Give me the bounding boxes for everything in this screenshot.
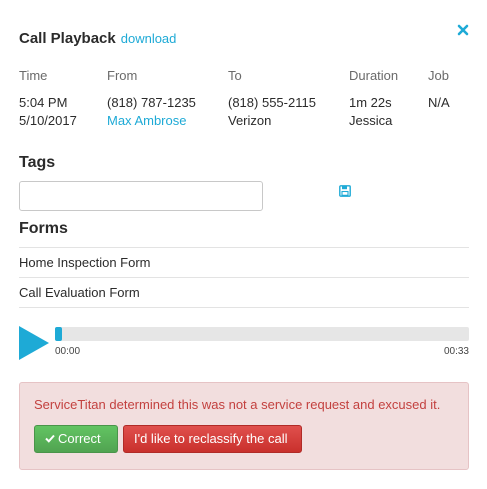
job-value: N/A (428, 95, 450, 110)
info-label: To (228, 68, 242, 83)
form-item-call-evaluation[interactable]: Call Evaluation Form (19, 278, 469, 308)
info-column-job: Job N/A (428, 68, 450, 112)
correct-button[interactable]: Correct (34, 425, 118, 453)
agent-name: Jessica (349, 113, 393, 128)
floppy-disk-icon[interactable] (339, 185, 351, 197)
play-icon[interactable] (19, 326, 49, 360)
total-time: 00:33 (443, 346, 469, 357)
info-column-duration: Duration 1m 22s Jessica (349, 68, 398, 130)
call-date: 5/10/2017 (19, 113, 77, 128)
modal-title: Call Playback (19, 30, 116, 47)
to-carrier: Verizon (228, 113, 272, 128)
info-column-to: To (818) 555-2115 Verizon (228, 68, 316, 130)
call-time: 5:04 PM (19, 95, 68, 110)
from-customer-link[interactable]: Max Ambrose (107, 112, 196, 130)
call-duration: 1m 22s (349, 95, 392, 110)
audio-player: 00:00 00:33 (19, 324, 469, 364)
modal-header: Call Playback download (19, 30, 176, 47)
correct-button-label: Correct (58, 431, 101, 446)
from-number: (818) 787-1235 (107, 95, 196, 110)
download-link[interactable]: download (121, 31, 177, 46)
info-label: Time (19, 68, 48, 83)
info-label: From (107, 68, 138, 83)
audio-progress-fill (55, 327, 63, 341)
forms-list: Home Inspection Form Call Evaluation For… (19, 247, 469, 308)
reclassify-button[interactable]: I'd like to reclassify the call (123, 425, 302, 453)
info-label: Duration (349, 68, 399, 83)
tags-input[interactable] (19, 181, 263, 211)
close-icon[interactable] (457, 24, 469, 36)
audio-progress-track[interactable] (55, 327, 469, 341)
info-column-time: Time 5:04 PM 5/10/2017 (19, 68, 77, 130)
form-item-home-inspection[interactable]: Home Inspection Form (19, 248, 469, 278)
current-time: 00:00 (55, 346, 81, 357)
classification-alert: ServiceTitan determined this was not a s… (19, 382, 469, 470)
tags-heading: Tags (19, 154, 56, 171)
checkmark-icon (45, 426, 55, 452)
info-label: Job (428, 68, 449, 83)
to-number: (818) 555-2115 (228, 95, 316, 110)
forms-heading: Forms (19, 220, 68, 237)
alert-message: ServiceTitan determined this was not a s… (34, 397, 441, 412)
call-playback-modal: Call Playback download Time 5:04 PM 5/10… (0, 0, 487, 489)
info-column-from: From (818) 787-1235 Max Ambrose (107, 68, 196, 130)
